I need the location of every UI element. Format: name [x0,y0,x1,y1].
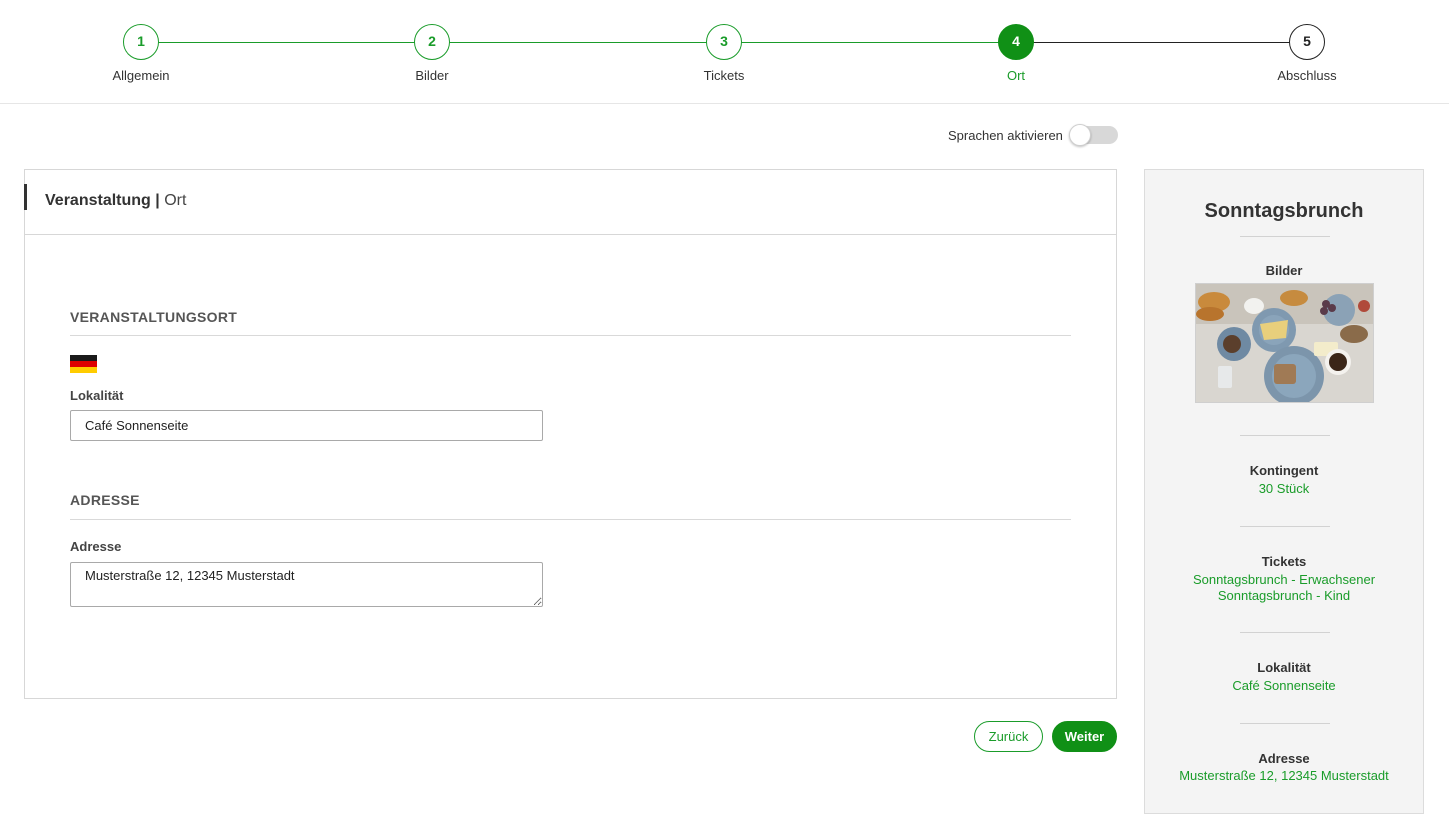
step-number: 3 [706,24,742,60]
brunch-photo [1195,283,1374,403]
language-switch[interactable] [1068,124,1118,146]
section-divider [70,335,1071,336]
step-label: Abschluss [1277,68,1337,83]
header-accent-bar [24,184,27,210]
address-section-title: ADRESSE [70,492,140,508]
step-number: 5 [1289,24,1325,60]
step-allgemein[interactable]: 1 Allgemein [71,24,211,83]
step-number: 1 [123,24,159,60]
step-number: 4 [998,24,1034,60]
step-number: 2 [414,24,450,60]
summary-title: Sonntagsbrunch [1204,200,1364,222]
progress-stepper: 1 Allgemein 2 Bilder 3 Tickets 4 Ort 5 A… [0,0,1449,104]
card-header: Veranstaltung | Ort [24,170,1116,235]
next-button[interactable]: Weiter [1052,721,1117,752]
card-title-main: Veranstaltung [45,192,151,209]
summary-quota-value: 30 Stück [1258,481,1310,496]
location-form-card: Veranstaltung | Ort VERANSTALTUNGSORT Lo… [24,169,1117,699]
card-title-separator: | [155,192,160,209]
summary-tickets-label: Tickets [1261,554,1307,569]
locality-label: Lokalität [70,388,124,403]
step-label: Ort [1006,68,1026,83]
address-textarea[interactable]: Musterstraße 12, 12345 Musterstadt [70,562,543,607]
summary-divider [1240,435,1330,436]
event-summary-panel: Sonntagsbrunch Bilder Kontingent 30 Stüc… [1144,169,1424,814]
step-bilder[interactable]: 2 Bilder [362,24,502,83]
switch-knob [1068,124,1091,146]
address-label: Adresse [70,539,122,554]
language-toggle-label: Sprachen aktivieren [948,127,1063,143]
back-button[interactable]: Zurück [974,721,1043,752]
summary-ticket-item: Sonntagsbrunch - Erwachsener [1192,572,1376,587]
card-title-sub: Ort [164,192,187,209]
step-label: Allgemein [112,68,170,83]
venue-section-title: VERANSTALTUNGSORT [70,309,238,325]
summary-address-value: Musterstraße 12, 12345 Musterstadt [1179,768,1389,783]
step-connector-done [141,42,1016,43]
step-ort[interactable]: 4 Ort [946,24,1086,83]
card-title: Veranstaltung | Ort [45,192,186,210]
brunch-photo-illustration [1196,284,1373,402]
german-flag-icon [70,355,97,373]
summary-quota-label: Kontingent [1249,463,1319,478]
summary-divider [1240,526,1330,527]
summary-locality-label: Lokalität [1257,660,1311,675]
summary-ticket-item: Sonntagsbrunch - Kind [1217,588,1351,603]
summary-locality-value: Café Sonnenseite [1232,678,1336,693]
section-divider [70,519,1071,520]
step-abschluss[interactable]: 5 Abschluss [1237,24,1377,83]
locality-input[interactable] [70,410,543,441]
summary-divider [1240,632,1330,633]
summary-divider [1240,723,1330,724]
step-label: Tickets [703,68,745,83]
step-label: Bilder [415,68,449,83]
summary-images-label: Bilder [1265,263,1303,278]
step-tickets[interactable]: 3 Tickets [654,24,794,83]
summary-divider [1240,236,1330,237]
summary-address-label: Adresse [1258,751,1310,766]
language-toggle: Sprachen aktivieren [948,124,1118,146]
